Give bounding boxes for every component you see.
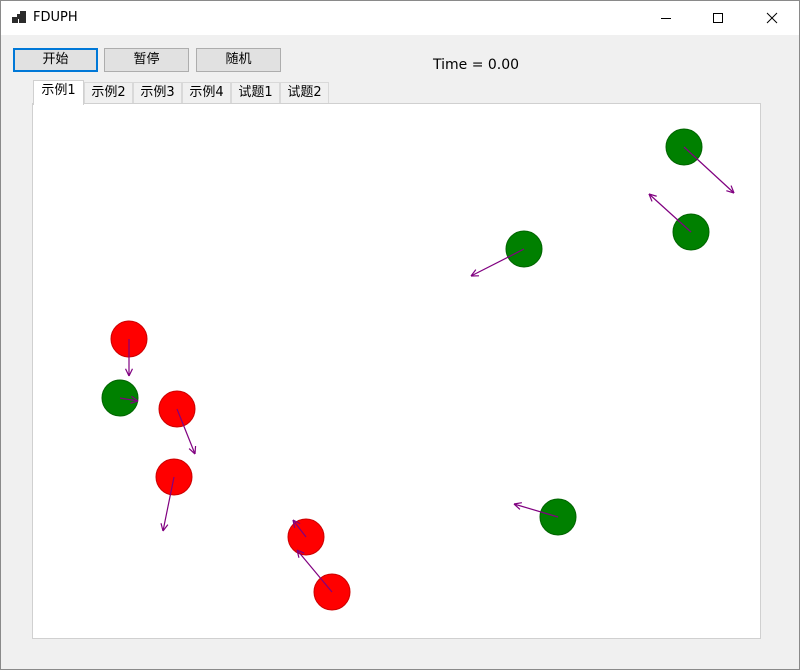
tab-problem-1[interactable]: 试题1 (231, 82, 280, 104)
app-icon (12, 11, 26, 25)
tab-example-1[interactable]: 示例1 (33, 80, 84, 105)
minimize-icon (661, 18, 671, 19)
simulation-drawing (101, 128, 735, 611)
window-title: FDUPH (33, 10, 78, 25)
tab-example-4[interactable]: 示例4 (182, 82, 231, 104)
app-window: FDUPH 开始 暂停 随机 Time = 0.00 示例1 示例2 示例3 示… (0, 0, 800, 670)
close-button[interactable] (749, 1, 795, 35)
close-icon (766, 12, 778, 24)
velocity-arrow (683, 146, 735, 194)
tab-example-3[interactable]: 示例3 (133, 82, 182, 104)
tab-problem-2[interactable]: 试题2 (280, 82, 329, 104)
velocity-arrow (648, 193, 692, 233)
tab-example-2[interactable]: 示例2 (84, 82, 133, 104)
maximize-button[interactable] (695, 1, 741, 35)
pause-button[interactable]: 暂停 (104, 48, 189, 72)
time-label: Time = 0.00 (433, 57, 520, 73)
title-bar: FDUPH (1, 1, 799, 35)
maximize-icon (713, 13, 723, 23)
minimize-button[interactable] (643, 1, 689, 35)
velocity-arrow (296, 549, 333, 593)
simulation-canvas[interactable] (32, 103, 761, 639)
random-button[interactable]: 随机 (196, 48, 281, 72)
start-button[interactable]: 开始 (13, 48, 98, 72)
